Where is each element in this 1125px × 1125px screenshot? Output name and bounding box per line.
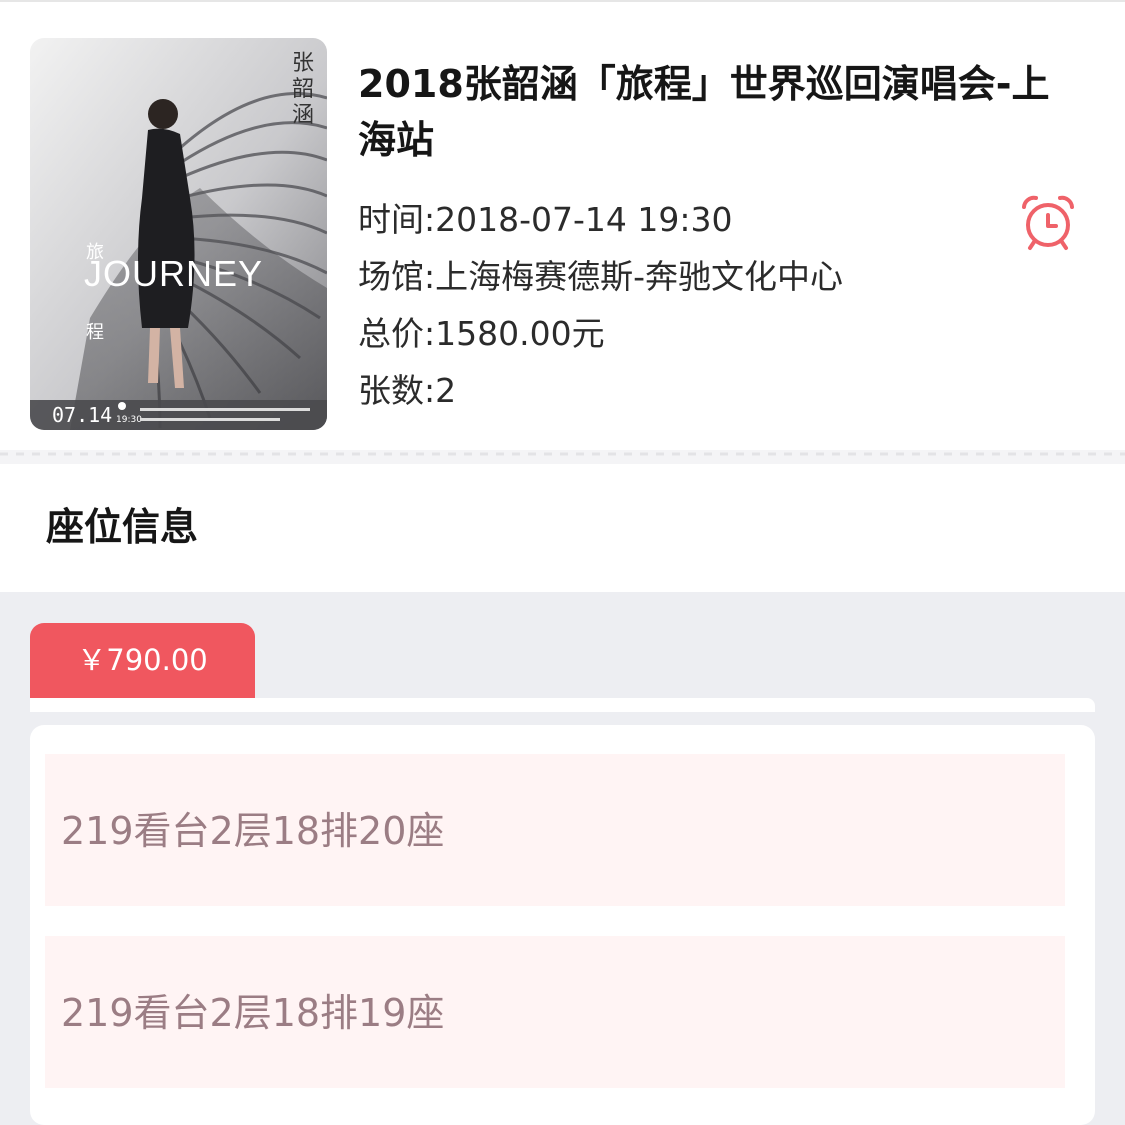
seat-list-card: 219看台2层18排20座 219看台2层18排19座: [30, 725, 1095, 1125]
alarm-clock-icon: [1022, 195, 1074, 250]
event-time: 时间:2018-07-14 19:30: [358, 200, 733, 239]
event-total-price: 总价:1580.00元: [358, 314, 605, 353]
event-title: 2018张韶涵「旅程」世界巡回演唱会-上海站: [358, 62, 1050, 162]
seat-row[interactable]: 219看台2层18排19座: [45, 936, 1065, 1088]
price-tab[interactable]: ￥790.00: [30, 623, 255, 698]
tab-underline: [30, 698, 1095, 712]
event-info-card[interactable]: 张 韶 涵 旅 JOURNEY 程 07.14 19:30 2018张韶涵「旅程…: [0, 2, 1125, 450]
svg-text:19:30: 19:30: [116, 415, 142, 425]
seat-label: 219看台2层18排19座: [61, 991, 445, 1035]
event-ticket-count: 张数:2: [358, 371, 457, 410]
seat-label: 219看台2层18排20座: [61, 809, 445, 853]
svg-text:程: 程: [86, 322, 104, 343]
svg-text:07.14: 07.14: [52, 403, 112, 427]
event-poster[interactable]: 张 韶 涵 旅 JOURNEY 程 07.14 19:30: [30, 38, 327, 430]
seat-info-header: 座位信息: [0, 464, 1125, 592]
event-venue: 场馆:上海梅赛德斯-奔驰文化中心: [358, 257, 844, 296]
seat-row[interactable]: 219看台2层18排20座: [45, 754, 1065, 906]
svg-text:JOURNEY: JOURNEY: [84, 253, 263, 294]
poster-artwork: 张 韶 涵 旅 JOURNEY 程 07.14 19:30: [30, 38, 327, 430]
alarm-reminder-button[interactable]: [1016, 190, 1080, 254]
dashed-separator: [0, 450, 1125, 464]
seat-info-title: 座位信息: [46, 505, 199, 549]
